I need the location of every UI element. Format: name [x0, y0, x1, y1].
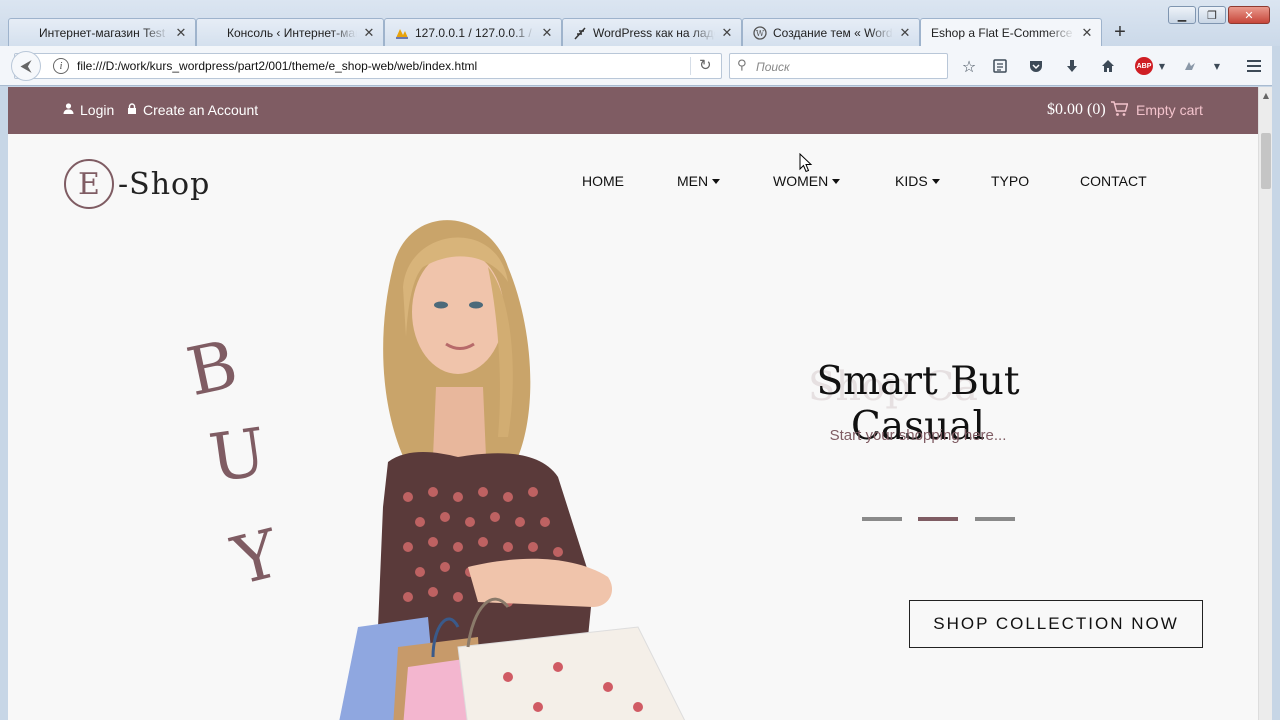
nav-label: MEN	[677, 173, 709, 189]
phpmyadmin-icon	[395, 26, 409, 40]
caret-down-icon	[832, 179, 841, 184]
slider-dot[interactable]	[975, 517, 1015, 521]
search-placeholder: Поиск	[756, 60, 790, 74]
cart-total[interactable]: $0.00 (0)	[1047, 101, 1106, 119]
tab-strip: Интернет-магазин Test — ✕ Консоль ‹ Инте…	[0, 0, 1280, 47]
browser-tab[interactable]: WordPress как на ладон ✕	[562, 18, 742, 46]
browser-tab[interactable]: Интернет-магазин Test — ✕	[8, 18, 196, 46]
site-icon	[207, 26, 221, 40]
nav-label: HOME	[582, 173, 624, 189]
login-link[interactable]: Login	[63, 102, 114, 118]
scroll-thumb[interactable]	[1261, 133, 1271, 189]
tab-close-icon[interactable]: ✕	[541, 25, 553, 41]
tab-title: Eshop a Flat E-Commerce B	[931, 26, 1075, 40]
nav-kids[interactable]: KIDS	[895, 173, 940, 189]
nav-label: KIDS	[895, 173, 928, 189]
pocket-icon[interactable]	[1024, 54, 1048, 78]
info-icon[interactable]: i	[53, 58, 69, 74]
tab-title: WordPress как на ладон	[593, 25, 715, 40]
tab-title: 127.0.0.1 / 127.0.0.1 / w	[415, 25, 535, 40]
reading-list-icon[interactable]	[988, 54, 1012, 78]
scroll-up-icon[interactable]: ▲	[1259, 87, 1273, 103]
nav-label: CONTACT	[1080, 173, 1147, 189]
browser-toolbar: ⮜ i file:///D:/work/kurs_wordpress/part2…	[0, 46, 1280, 86]
quill-icon	[573, 26, 587, 40]
nav-men[interactable]: MEN	[677, 173, 721, 189]
nav-label: WOMEN	[773, 173, 829, 189]
browser-tab[interactable]: Консоль ‹ Интернет-магаз ✕	[196, 18, 384, 46]
nav-women[interactable]: WOMEN	[773, 173, 841, 189]
hero-model-image	[339, 220, 686, 720]
tab-title: Интернет-магазин Test —	[39, 25, 169, 40]
buy-letter-b: B	[180, 325, 244, 412]
tab-title: Создание тем « WordP	[773, 25, 893, 40]
slide-subtitle: Start your shopping here...	[829, 427, 1007, 444]
user-icon	[63, 103, 74, 117]
buy-letter-u: U	[204, 413, 271, 498]
tab-close-icon[interactable]: ✕	[175, 25, 187, 41]
web-page: Login Create an Account $0.00 (0) Empty …	[8, 87, 1258, 720]
create-account-link[interactable]: Create an Account	[127, 102, 258, 118]
wordpress-icon: W	[753, 25, 767, 40]
minimize-button[interactable]: ▁	[1168, 6, 1196, 24]
login-label: Login	[80, 102, 115, 118]
create-account-label: Create an Account	[143, 102, 259, 118]
address-bar[interactable]: ⮜ i file:///D:/work/kurs_wordpress/part2…	[11, 51, 722, 81]
svg-text:W: W	[756, 29, 765, 38]
cart-icon[interactable]	[1110, 101, 1129, 121]
lock-icon	[127, 103, 137, 117]
caret-down-icon	[712, 179, 721, 184]
search-input[interactable]: ⚲ Поиск	[729, 53, 948, 79]
back-arrow-icon[interactable]: ⮜	[11, 51, 41, 81]
browser-tab[interactable]: W Создание тем « WordP ✕	[742, 18, 920, 46]
mouse-cursor-icon	[799, 153, 813, 173]
chevron-down-icon[interactable]: ▼	[1150, 54, 1174, 78]
window-controls: ▁ ❐ ✕	[1168, 6, 1270, 24]
divider	[690, 57, 691, 75]
menu-icon[interactable]	[1242, 54, 1266, 78]
tab-title: Консоль ‹ Интернет-магаз	[227, 25, 357, 40]
new-tab-button[interactable]: +	[1108, 20, 1132, 44]
slider-dot-active[interactable]	[918, 517, 958, 521]
main-navigation: HOME MEN WOMEN KIDS TYPO CONTACT	[8, 173, 1258, 193]
browser-tab[interactable]: 127.0.0.1 / 127.0.0.1 / w ✕	[384, 18, 562, 46]
url-text[interactable]: file:///D:/work/kurs_wordpress/part2/001…	[77, 59, 477, 73]
extension-icon[interactable]	[1178, 54, 1202, 78]
close-window-button[interactable]: ✕	[1228, 6, 1270, 24]
empty-cart-link[interactable]: Empty cart	[1136, 102, 1203, 118]
download-icon[interactable]	[1060, 54, 1084, 78]
caret-down-icon	[931, 179, 940, 184]
chevron-down-icon[interactable]: ▼	[1205, 54, 1229, 78]
maximize-button[interactable]: ❐	[1198, 6, 1226, 24]
tab-close-icon[interactable]: ✕	[721, 25, 733, 41]
tab-close-icon[interactable]: ✕	[1081, 25, 1093, 41]
page-scrollbar[interactable]: ▲	[1258, 87, 1272, 720]
search-icon: ⚲	[737, 58, 747, 73]
tab-close-icon[interactable]: ✕	[899, 25, 911, 41]
shop-collection-button[interactable]: SHOP COLLECTION NOW	[909, 600, 1203, 648]
site-topbar: Login Create an Account $0.00 (0) Empty …	[8, 87, 1258, 134]
slider-dot[interactable]	[862, 517, 902, 521]
browser-tab-active[interactable]: Eshop a Flat E-Commerce B ✕	[920, 18, 1102, 47]
bookmark-star-icon[interactable]: ☆	[957, 54, 981, 78]
site-icon	[19, 26, 33, 40]
tab-close-icon[interactable]: ✕	[363, 25, 375, 41]
home-icon[interactable]	[1096, 54, 1120, 78]
buy-letter-y: Y	[225, 514, 287, 601]
nav-home[interactable]: HOME	[582, 173, 624, 189]
reload-icon[interactable]: ↻	[699, 56, 712, 74]
nav-label: TYPO	[991, 173, 1030, 189]
window-frame	[1272, 46, 1280, 720]
nav-contact[interactable]: CONTACT	[1080, 173, 1147, 189]
nav-typo[interactable]: TYPO	[991, 173, 1029, 189]
